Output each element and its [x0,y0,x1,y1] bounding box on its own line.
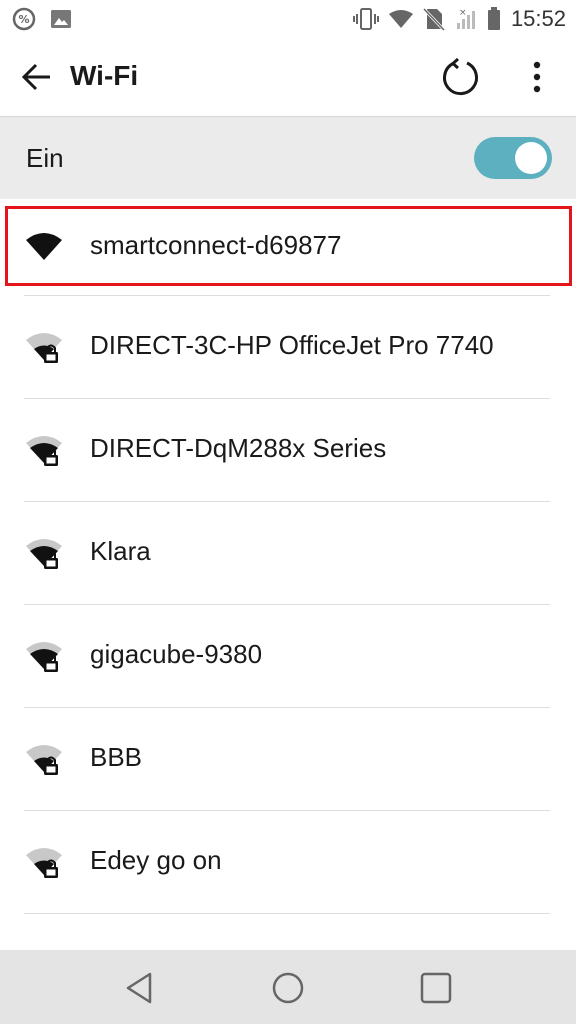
page-title: Wi-Fi [70,60,139,91]
recents-square-icon[interactable] [416,968,456,1008]
wifi-toggle-label: Ein [26,143,64,173]
wifi-locked-icon [26,333,62,363]
wifi-icon [388,10,413,28]
status-time: 15:52 [510,6,566,31]
refresh-icon[interactable] [440,56,482,98]
wifi-locked-icon [26,848,62,878]
wifi-signal-full-icon [26,233,62,260]
nav-bar [0,950,576,1024]
wifi-locked-icon [26,539,62,569]
app-bar: Wi-Fi [0,38,576,116]
network-list: smartconnect-d69877 DIRECT-3C-HP OfficeJ… [0,198,576,914]
home-circle-icon[interactable] [268,968,308,1008]
network-item-gigacube[interactable]: gigacube-9380 [0,605,576,708]
status-bar: % × 15:52 [0,0,576,38]
network-name: gigacube-9380 [90,639,263,669]
svg-text:×: × [459,8,467,18]
switch-knob [515,142,547,174]
network-name: DIRECT-DqM288x Series [90,433,387,463]
more-vert-icon[interactable] [524,56,550,98]
svg-text:%: % [18,13,29,26]
wifi-toggle-switch[interactable] [474,137,552,179]
wifi-locked-icon [26,642,62,672]
wifi-toggle-row[interactable]: Ein [0,116,576,199]
network-name: BBB [90,742,143,772]
network-item-bbb[interactable]: BBB [0,708,576,811]
wifi-locked-icon [26,745,62,775]
no-sim-icon [422,7,445,31]
vibrate-icon [352,8,379,30]
wifi-locked-icon [26,436,62,466]
percent-badge-icon: % [12,7,36,31]
image-icon [51,10,71,28]
battery-icon [487,7,500,30]
network-name: smartconnect-d69877 [90,230,342,260]
network-name: Klara [90,536,151,566]
back-arrow-icon[interactable] [18,58,56,96]
network-item-direct-hp[interactable]: DIRECT-3C-HP OfficeJet Pro 7740 [0,296,576,399]
network-item-edey[interactable]: Edey go on [0,811,576,914]
network-name: DIRECT-3C-HP OfficeJet Pro 7740 [90,330,494,360]
back-triangle-icon[interactable] [120,968,160,1008]
network-item-smartconnect[interactable]: smartconnect-d69877 [0,198,576,296]
no-signal-icon: × [456,8,475,29]
network-name: Edey go on [90,845,222,875]
network-item-klara[interactable]: Klara [0,502,576,605]
divider [24,913,550,914]
network-item-direct-dqm[interactable]: DIRECT-DqM288x Series [0,399,576,502]
